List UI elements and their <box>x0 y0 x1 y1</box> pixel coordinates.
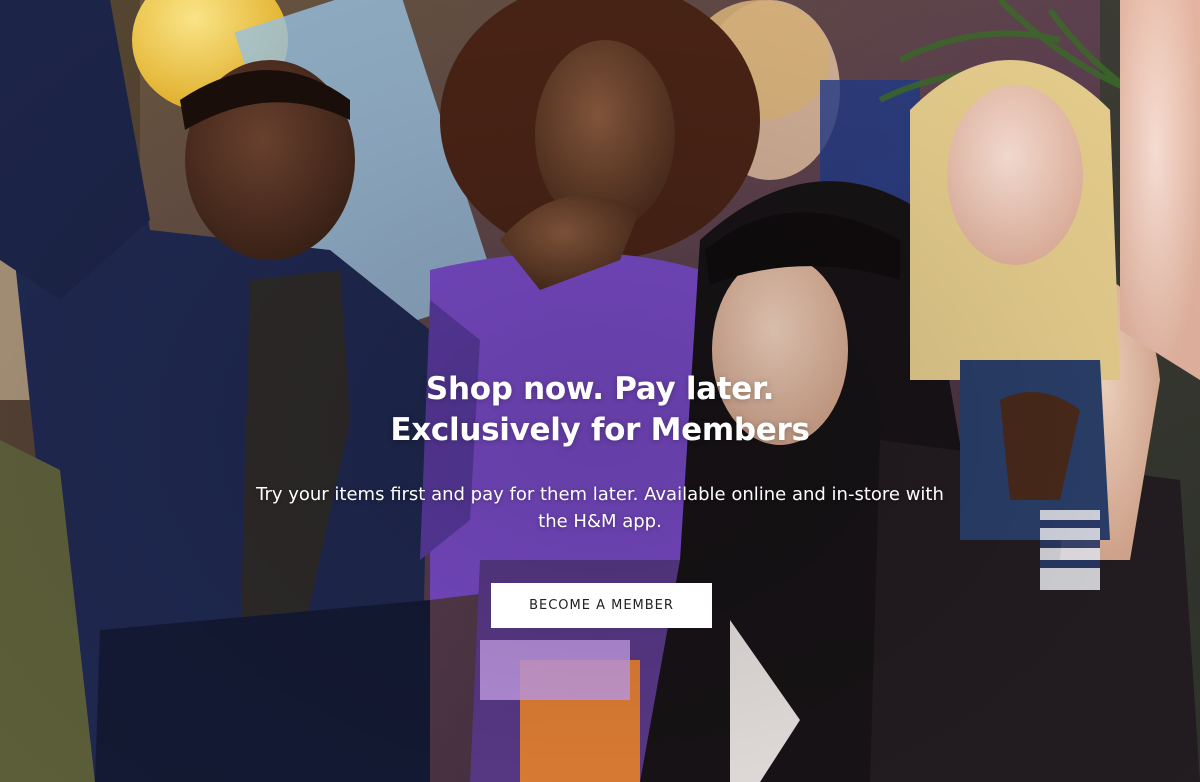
member-hero-banner: Shop now. Pay later. Exclusively for Mem… <box>0 0 1200 782</box>
headline-line-2: Exclusively for Members <box>390 412 810 448</box>
hero-subtext: Try your items first and pay for them la… <box>256 484 944 532</box>
become-member-button[interactable]: BECOME A MEMBER <box>491 583 712 628</box>
hero-headline: Shop now. Pay later. Exclusively for Mem… <box>0 369 1200 451</box>
headline-line-1: Shop now. Pay later. <box>425 371 775 407</box>
